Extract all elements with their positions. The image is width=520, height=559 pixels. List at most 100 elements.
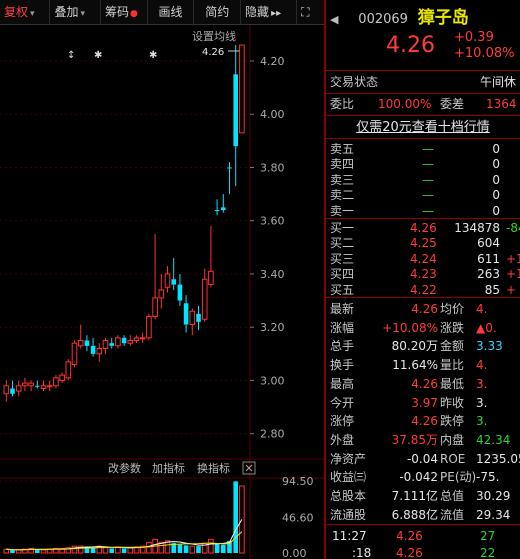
candle-body xyxy=(35,385,40,387)
price-axis-label: 3.80 xyxy=(260,161,285,174)
level-label: 买二 xyxy=(330,236,355,251)
stock-name: 獐子岛 xyxy=(417,8,469,28)
volume-bar xyxy=(233,481,238,553)
level-price: — xyxy=(422,157,434,172)
stat-value: 3. xyxy=(476,376,488,391)
stat-value: 4.26 xyxy=(411,376,438,391)
toolbar-draw-button[interactable]: 画线 xyxy=(148,0,195,24)
candle-body xyxy=(171,279,176,285)
level-price: 4.23 xyxy=(410,267,437,282)
candle-body xyxy=(196,313,201,322)
toolbar-fuquan-button[interactable]: 复权 ▾ xyxy=(0,0,51,24)
price-axis-label: 2.80 xyxy=(260,428,285,441)
stat-label: 涨停 xyxy=(330,414,355,429)
stat-row: 涨幅 +10.08% 涨跌 ▲0. xyxy=(330,319,520,337)
stat-row: 总手 80.20万 金额 3.33 xyxy=(330,337,520,355)
price-change: +0.39 xyxy=(454,30,494,45)
close-indicator-icon xyxy=(245,464,253,472)
level-label: 买三 xyxy=(330,251,355,266)
stat-row: 涨停 4.26 跌停 3. xyxy=(330,412,520,430)
level-price: — xyxy=(422,188,434,203)
candle-body xyxy=(90,345,96,354)
buy-level-row: 买四 4.23 263 +1 xyxy=(330,266,520,282)
level-volume: 604 xyxy=(477,236,500,251)
tick-volume: 27 xyxy=(480,529,496,543)
level-label: 卖一 xyxy=(330,203,355,218)
tick-time: 11:27 xyxy=(332,529,367,543)
toolbar-hide-button[interactable]: 隐藏 ▸▸ xyxy=(241,0,298,24)
volume-bar xyxy=(183,545,189,553)
stat-label: 跌停 xyxy=(440,414,465,429)
volume-bar xyxy=(40,549,47,554)
ma-setting-button[interactable]: 设置均线 xyxy=(192,29,236,43)
candle-body xyxy=(15,385,22,392)
volume-bar xyxy=(196,546,201,553)
toolbar-overlay-button[interactable]: 叠加 ▾ xyxy=(50,0,101,24)
price-axis-label: 3.00 xyxy=(260,374,285,387)
stat-label: 金额 xyxy=(440,339,465,354)
volume-axis-label: 46.60 xyxy=(282,511,314,524)
level-delta: +1 xyxy=(506,251,520,266)
level-delta: -84 xyxy=(506,221,520,235)
stat-label: 涨跌 xyxy=(440,320,465,335)
candle-body xyxy=(65,361,72,379)
indicator-tool-button[interactable]: 改参数 xyxy=(108,461,141,475)
level-volume: 0 xyxy=(492,142,500,156)
tick-row: :18 4.26 22 xyxy=(330,545,520,559)
candle-body xyxy=(28,382,34,387)
stat-label: 今开 xyxy=(330,395,355,410)
event-marker-icon[interactable]: ✱ xyxy=(94,50,102,61)
stat-row: 今开 3.97 昨收 3. xyxy=(330,394,520,412)
prev-stock-arrow-icon[interactable]: ◀ xyxy=(330,13,338,26)
toolbar-chips-button[interactable]: 筹码● xyxy=(101,0,148,24)
level-price: 4.24 xyxy=(410,251,437,266)
stat-label: 总手 xyxy=(330,339,355,354)
volume-bar xyxy=(10,549,15,553)
price-axis-label: 3.60 xyxy=(260,215,285,228)
candle-body xyxy=(189,310,196,326)
level-volume: 134878 xyxy=(454,221,500,235)
candle-body xyxy=(22,382,28,387)
volume-bar xyxy=(189,545,196,554)
volume-axis-label: 94.50 xyxy=(282,475,314,488)
level-volume: 0 xyxy=(492,172,500,187)
toolbar-simple-button[interactable]: 简约 xyxy=(194,0,242,24)
stat-row: 总股本 7.111亿 总值 30.29 xyxy=(330,487,520,505)
stat-label: 总值 xyxy=(440,489,465,503)
indicator-tool-button[interactable]: 加指标 xyxy=(152,461,185,475)
sell-level-row: 卖四 — 0 xyxy=(330,156,520,172)
tick-price: 4.26 xyxy=(396,529,423,543)
stat-value: 29.34 xyxy=(476,507,511,522)
quote-panel: ◀ 002069 獐子岛 4.26 +0.39 +10.08% 交易状态 午间休… xyxy=(326,0,520,559)
stat-label: 最新 xyxy=(330,302,355,316)
stat-row: 流通股 6.888亿 流值 29.34 xyxy=(330,506,520,524)
kline-chart[interactable]: 4.20 4.00 3.80 3.60 3.40 3.20 3.00 2.80 设置均线 ↕ ✱ ✱ 4… xyxy=(0,25,324,559)
event-marker-icon[interactable]: ✱ xyxy=(149,50,157,61)
candle-body xyxy=(3,385,10,395)
level-volume: 611 xyxy=(477,251,500,266)
fullscreen-button[interactable]: ⛶ xyxy=(297,0,324,24)
stat-value: ▲0. xyxy=(476,320,497,335)
level-volume: 0 xyxy=(492,203,500,218)
event-marker-icon[interactable]: ↕ xyxy=(67,50,75,61)
level-price: 4.25 xyxy=(410,236,437,251)
volume-bar xyxy=(121,548,127,553)
volume-ma5-line xyxy=(6,519,243,551)
volume-bar xyxy=(109,548,114,553)
stat-label: 内盘 xyxy=(440,432,465,447)
candle-body xyxy=(201,278,208,320)
level-price: 4.26 xyxy=(410,221,437,235)
stat-value: 3.97 xyxy=(411,395,438,410)
separator xyxy=(326,70,520,71)
level2-link[interactable]: 仅需20元查看十档行情 xyxy=(326,117,520,137)
level-volume: 85 xyxy=(484,282,500,297)
volume-bar xyxy=(146,541,152,554)
candle-body xyxy=(127,340,134,344)
level-price: 4.22 xyxy=(410,282,437,297)
stat-row: 收益㈢ -0.042 PE(动) -75. xyxy=(330,468,520,486)
level-volume: 263 xyxy=(477,267,500,282)
stock-code: 002069 xyxy=(358,12,408,27)
sell-level-row: 卖三 — 0 xyxy=(330,172,520,188)
separator xyxy=(326,138,520,139)
indicator-tool-button[interactable]: 换指标 xyxy=(197,461,230,475)
